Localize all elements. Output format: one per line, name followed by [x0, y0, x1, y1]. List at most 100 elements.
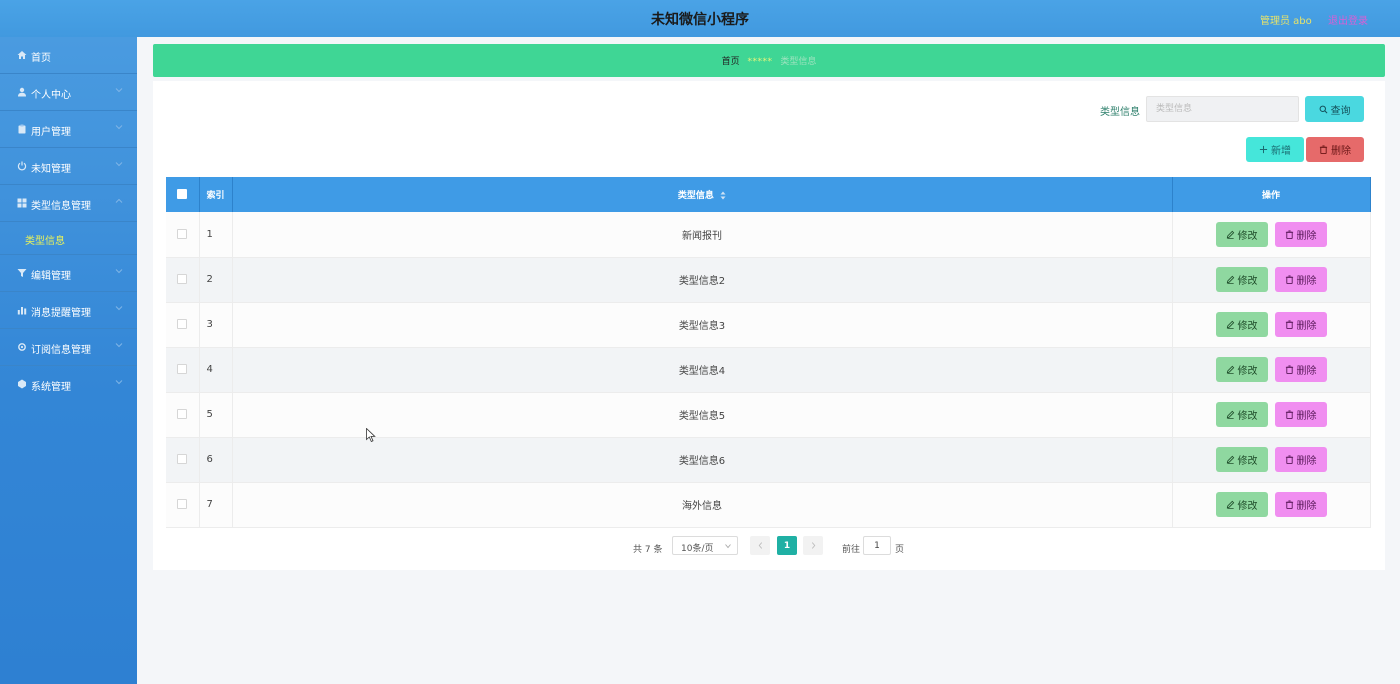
sidebar-item-subscription-info-management[interactable]: 订阅信息管理 [0, 329, 137, 366]
sidebar-item-label: 消息提醒管理 [31, 308, 91, 319]
row-ops-cell: 修改 删除 [1172, 257, 1371, 303]
sidebar-item-system-management[interactable]: 系统管理 [0, 366, 137, 403]
row-ops-cell: 修改 删除 [1172, 482, 1371, 528]
type-column-header-label: 类型信息 [677, 191, 714, 201]
table-header-row: 索引 类型信息 操作 [166, 177, 1371, 212]
delete-button[interactable]: 删除 [1274, 492, 1327, 517]
page-unit-label: 页 [895, 545, 905, 555]
edit-button-label: 修改 [1237, 411, 1258, 422]
trash-icon [1285, 275, 1293, 284]
select-all-checkbox[interactable] [177, 189, 188, 200]
edit-icon [1226, 230, 1234, 239]
row-ops-cell: 修改 删除 [1172, 347, 1371, 393]
submenu-item-type-info[interactable]: 类型信息 [0, 222, 137, 255]
edit-button[interactable]: 修改 [1215, 357, 1268, 382]
query-button-label: 查询 [1330, 105, 1351, 117]
chevron-down-icon [115, 123, 123, 131]
edit-button-label: 修改 [1237, 366, 1258, 377]
row-checkbox[interactable] [177, 319, 188, 329]
trash-icon [1285, 320, 1293, 329]
type-column-header[interactable]: 类型信息 [232, 177, 1173, 212]
edit-button[interactable]: 修改 [1215, 492, 1268, 517]
row-checkbox[interactable] [177, 409, 188, 419]
breadcrumb-home[interactable]: 首页 [722, 57, 740, 67]
sidebar-item-home[interactable]: 首页 [0, 37, 137, 74]
sidebar-item-unknown-management[interactable]: 未知管理 [0, 148, 137, 185]
table-row: 3 类型信息3 修改 删除 [166, 302, 1371, 348]
sidebar-item-label: 订阅信息管理 [31, 345, 91, 356]
row-index: 2 [199, 257, 233, 303]
batch-delete-button[interactable]: 删除 [1306, 137, 1364, 162]
row-type: 海外信息 [232, 482, 1173, 528]
sort-icon[interactable] [720, 191, 726, 200]
row-select-cell [166, 437, 200, 483]
delete-button[interactable]: 删除 [1274, 402, 1327, 427]
sidebar-item-message-reminder-management[interactable]: 消息提醒管理 [0, 292, 137, 329]
delete-button[interactable]: 删除 [1274, 221, 1327, 247]
edit-button[interactable]: 修改 [1215, 267, 1268, 292]
row-type: 类型信息6 [232, 437, 1173, 483]
add-button[interactable]: 新增 [1246, 137, 1304, 162]
delete-button[interactable]: 删除 [1274, 357, 1327, 382]
breadcrumb: 首页 ***** 类型信息 [153, 44, 1385, 77]
row-type: 新闻报刊 [232, 212, 1173, 258]
sidebar-item-personal-center[interactable]: 个人中心 [0, 74, 137, 111]
table-row: 7 海外信息 修改 删除 [166, 482, 1371, 528]
search-icon [1319, 105, 1327, 113]
trash-icon [1285, 365, 1293, 374]
row-select-cell [166, 482, 200, 528]
edit-icon [1226, 410, 1234, 419]
next-page-button[interactable] [803, 536, 823, 555]
sidebar-item-label: 个人中心 [31, 90, 71, 101]
edit-button-label: 修改 [1237, 321, 1258, 332]
sidebar-item-label: 用户管理 [31, 127, 71, 138]
sidebar: 首页 个人中心 用户管理 未知管理 类型信息管理 类型信息 编辑管理 消息提醒管… [0, 37, 137, 684]
power-icon [17, 161, 27, 171]
edit-button[interactable]: 修改 [1215, 312, 1268, 337]
edit-button[interactable]: 修改 [1215, 402, 1268, 427]
edit-button[interactable]: 修改 [1215, 447, 1268, 472]
settings-icon [17, 379, 27, 389]
table-row: 6 类型信息6 修改 删除 [166, 437, 1371, 483]
prev-page-button[interactable] [750, 536, 770, 555]
filter-icon [17, 268, 27, 278]
delete-button[interactable]: 删除 [1274, 447, 1327, 472]
add-button-label: 新增 [1271, 146, 1291, 157]
logout-link[interactable]: 退出登录 [1328, 12, 1368, 27]
row-checkbox[interactable] [177, 364, 188, 374]
app-title: 未知微信小程序 [651, 12, 749, 28]
plus-icon [1259, 145, 1268, 154]
sidebar-item-edit-management[interactable]: 编辑管理 [0, 255, 137, 292]
edit-button[interactable]: 修改 [1215, 221, 1268, 247]
delete-button-label: 删除 [1296, 366, 1317, 377]
delete-button[interactable]: 删除 [1274, 312, 1327, 337]
row-index: 1 [199, 212, 233, 258]
row-checkbox[interactable] [177, 454, 188, 464]
chevron-down-icon [115, 378, 123, 386]
row-checkbox[interactable] [177, 274, 188, 284]
mouse-cursor-icon [366, 428, 376, 443]
pagination: 共 7 条 10条/页 1 前往 页 [153, 535, 1385, 559]
row-checkbox[interactable] [177, 228, 188, 239]
delete-button[interactable]: 删除 [1274, 267, 1327, 292]
row-checkbox[interactable] [177, 499, 188, 509]
page-number-current[interactable]: 1 [777, 536, 797, 555]
user-icon [17, 87, 27, 97]
table-row: 5 类型信息5 修改 删除 [166, 392, 1371, 438]
batch-delete-button-label: 删除 [1331, 146, 1351, 157]
clipboard-icon [17, 124, 27, 134]
sidebar-item-user-management[interactable]: 用户管理 [0, 111, 137, 148]
row-index: 5 [199, 392, 233, 438]
query-button[interactable]: 查询 [1305, 96, 1364, 122]
content-panel: 类型信息 查询 新增 删除 索引 类型信息 [153, 81, 1385, 570]
search-input[interactable] [1146, 96, 1299, 122]
table-row: 1 新闻报刊 修改 删除 [166, 212, 1371, 258]
page-size-select[interactable]: 10条/页 [672, 536, 738, 555]
sidebar-item-type-info-management[interactable]: 类型信息管理 [0, 185, 137, 222]
row-ops-cell: 修改 删除 [1172, 302, 1371, 348]
table-row: 4 类型信息4 修改 删除 [166, 347, 1371, 393]
delete-button-label: 删除 [1296, 276, 1317, 287]
chevron-down-icon [115, 341, 123, 349]
goto-page-input[interactable] [863, 536, 891, 555]
edit-button-label: 修改 [1237, 501, 1258, 512]
